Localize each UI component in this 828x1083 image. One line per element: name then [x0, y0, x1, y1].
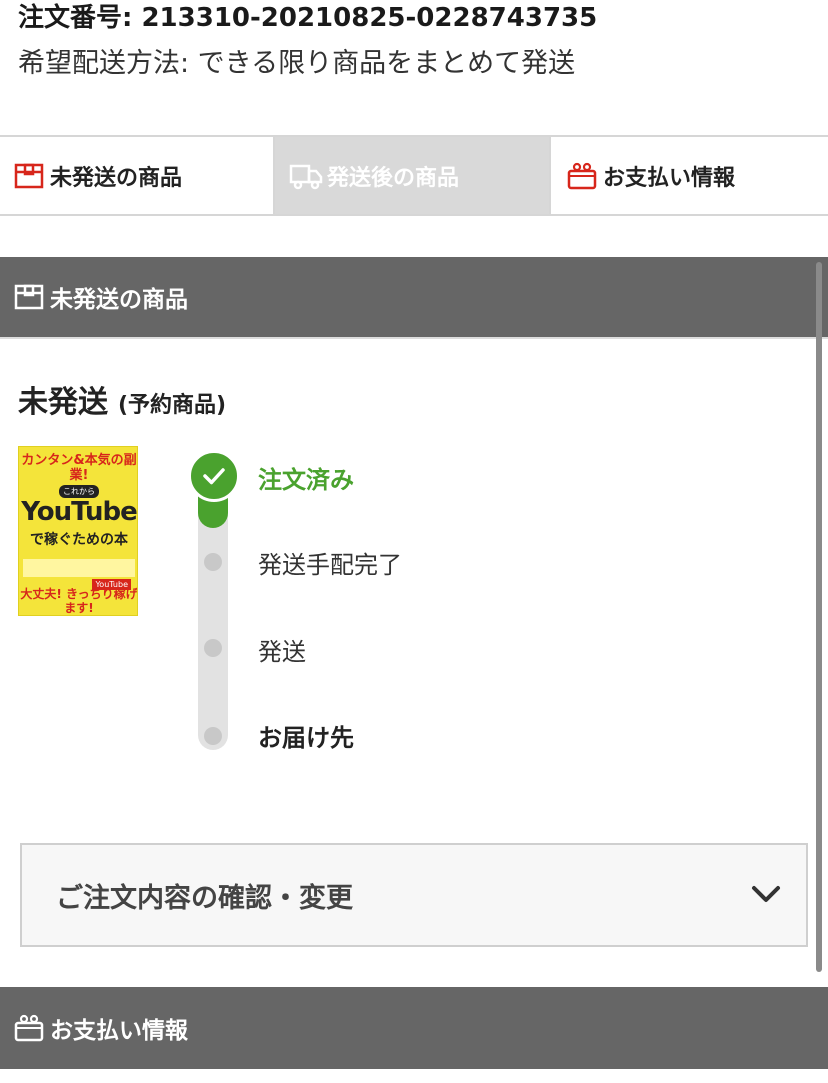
box-icon	[12, 280, 46, 314]
timeline-dot	[204, 639, 222, 657]
check-icon	[188, 450, 240, 502]
tab-unshipped[interactable]: 未発送の商品	[0, 137, 275, 214]
timeline-step-shipped: 発送	[258, 638, 306, 666]
order-tabs: 未発送の商品 発送後の商品 お支払い情報	[0, 135, 828, 216]
wallet-icon	[12, 1011, 46, 1045]
payment-section-title: お支払い情報	[50, 1018, 188, 1044]
tab-payment[interactable]: お支払い情報	[551, 137, 828, 214]
product-image[interactable]: カンタン&本気の副業! これから YouTube で稼ぐための本 YouTube…	[18, 446, 138, 616]
tab-unshipped-label: 未発送の商品	[50, 165, 183, 191]
order-details-label: ご注文内容の確認・変更	[56, 882, 353, 914]
tab-shipped-label: 発送後の商品	[327, 165, 460, 191]
cover-top-text: カンタン&本気の副業!	[21, 453, 137, 483]
tab-payment-label: お支払い情報	[603, 165, 736, 191]
box-icon	[12, 159, 46, 193]
status-subtitle: (予約商品)	[118, 393, 227, 418]
tab-shipped[interactable]: 発送後の商品	[275, 137, 551, 214]
cover-main-text: YouTube	[21, 497, 137, 527]
delivery-method: 希望配送方法: できる限り商品をまとめて発送	[18, 48, 576, 79]
timeline-dot	[204, 727, 222, 745]
status-title-text: 未発送	[18, 385, 108, 420]
chevron-down-icon	[750, 881, 782, 909]
timeline-step-arranged: 発送手配完了	[258, 551, 402, 579]
unshipped-section-header: 未発送の商品	[0, 257, 828, 339]
timeline-dot	[204, 553, 222, 571]
cover-illustration	[23, 559, 135, 577]
timeline-step-ordered: 注文済み	[258, 466, 354, 494]
payment-section-header: お支払い情報	[0, 987, 828, 1069]
status-title: 未発送 (予約商品)	[18, 378, 226, 428]
order-number: 注文番号: 213310-20210825-0228743735	[18, 3, 598, 33]
timeline-step-delivery: お届け先	[258, 724, 354, 752]
page: 注文番号: 213310-20210825-0228743735 希望配送方法:…	[0, 0, 828, 1083]
scrollbar[interactable]	[816, 262, 822, 972]
cover-sub-text: で稼ぐための本	[30, 532, 128, 548]
order-details-accordion[interactable]: ご注文内容の確認・変更	[20, 843, 808, 947]
truck-icon	[289, 159, 323, 193]
wallet-icon	[565, 159, 599, 193]
unshipped-section-title: 未発送の商品	[50, 287, 188, 313]
cover-bottom-text: 大丈夫! きっちり稼げます!	[20, 587, 138, 615]
